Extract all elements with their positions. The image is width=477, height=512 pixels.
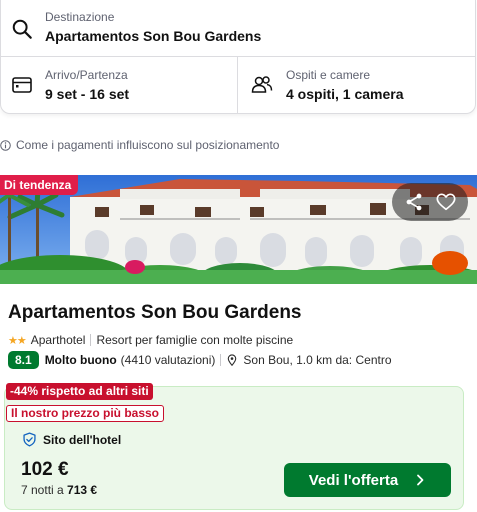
search-form: Destinazione Apartamentos Son Bou Garden…	[0, 0, 476, 114]
hotel-meta: ★★ Aparthotel Resort per famiglie con mo…	[8, 333, 293, 347]
guests-label: Ospiti e camere	[286, 68, 371, 82]
calendar-icon	[12, 77, 32, 93]
info-icon	[0, 139, 11, 151]
destination-label: Destinazione	[45, 10, 115, 24]
shield-check-icon	[23, 432, 36, 447]
star-rating: ★★	[8, 334, 27, 347]
dates-label: Arrivo/Partenza	[45, 68, 128, 82]
chevron-right-icon	[417, 474, 424, 486]
destination-field[interactable]: Destinazione Apartamentos Son Bou Garden…	[1, 0, 475, 57]
destination-value: Apartamentos Son Bou Gardens	[45, 28, 262, 44]
guests-icon	[251, 76, 273, 93]
rating-text: Molto buono	[44, 353, 117, 367]
total-price: 713 €	[67, 483, 98, 497]
separator	[220, 354, 222, 366]
share-icon[interactable]	[403, 191, 425, 213]
pin-icon	[228, 354, 237, 366]
dates-value: 9 set - 16 set	[45, 86, 130, 102]
heart-icon[interactable]	[435, 191, 457, 213]
discount-badge: -44% rispetto ad altri siti	[6, 383, 153, 400]
trending-badge: Di tendenza	[0, 175, 79, 195]
payment-info-link[interactable]: Come i pagamenti influiscono sul posizio…	[0, 137, 279, 153]
nightly-price: 102 €	[21, 459, 69, 480]
image-actions	[392, 183, 468, 221]
rating-row: 8.1 Molto buono (4410 valutazioni) Son B…	[8, 351, 392, 369]
hotel-name[interactable]: Apartamentos Son Bou Gardens	[8, 302, 302, 324]
view-deal-button[interactable]: Vedi l'offerta	[284, 463, 451, 497]
hotel-description: Resort per famiglie con molte piscine	[96, 333, 294, 347]
provider-name: Sito dell'hotel	[43, 432, 122, 447]
guests-field[interactable]: Ospiti e camere 4 ospiti, 1 camera	[238, 57, 477, 114]
hotel-location[interactable]: Son Bou, 1.0 km da: Centro	[243, 353, 391, 367]
review-count[interactable]: (4410 valutazioni)	[121, 353, 216, 367]
dates-field[interactable]: Arrivo/Partenza 9 set - 16 set	[1, 57, 238, 114]
lowest-price-badge: Il nostro prezzo più basso	[6, 405, 165, 422]
view-deal-label: Vedi l'offerta	[308, 471, 399, 489]
rating-score: 8.1	[8, 351, 39, 369]
guests-value: 4 ospiti, 1 camera	[286, 86, 404, 102]
payment-info-text: Come i pagamenti influiscono sul posizio…	[16, 138, 280, 152]
nights-text: 7 notti a	[21, 483, 64, 497]
search-icon	[12, 19, 32, 39]
separator	[90, 334, 92, 346]
hotel-type: Aparthotel	[30, 333, 86, 347]
total-price-note: 7 notti a 713 €	[21, 483, 97, 497]
provider-row: Sito dell'hotel	[22, 432, 121, 447]
